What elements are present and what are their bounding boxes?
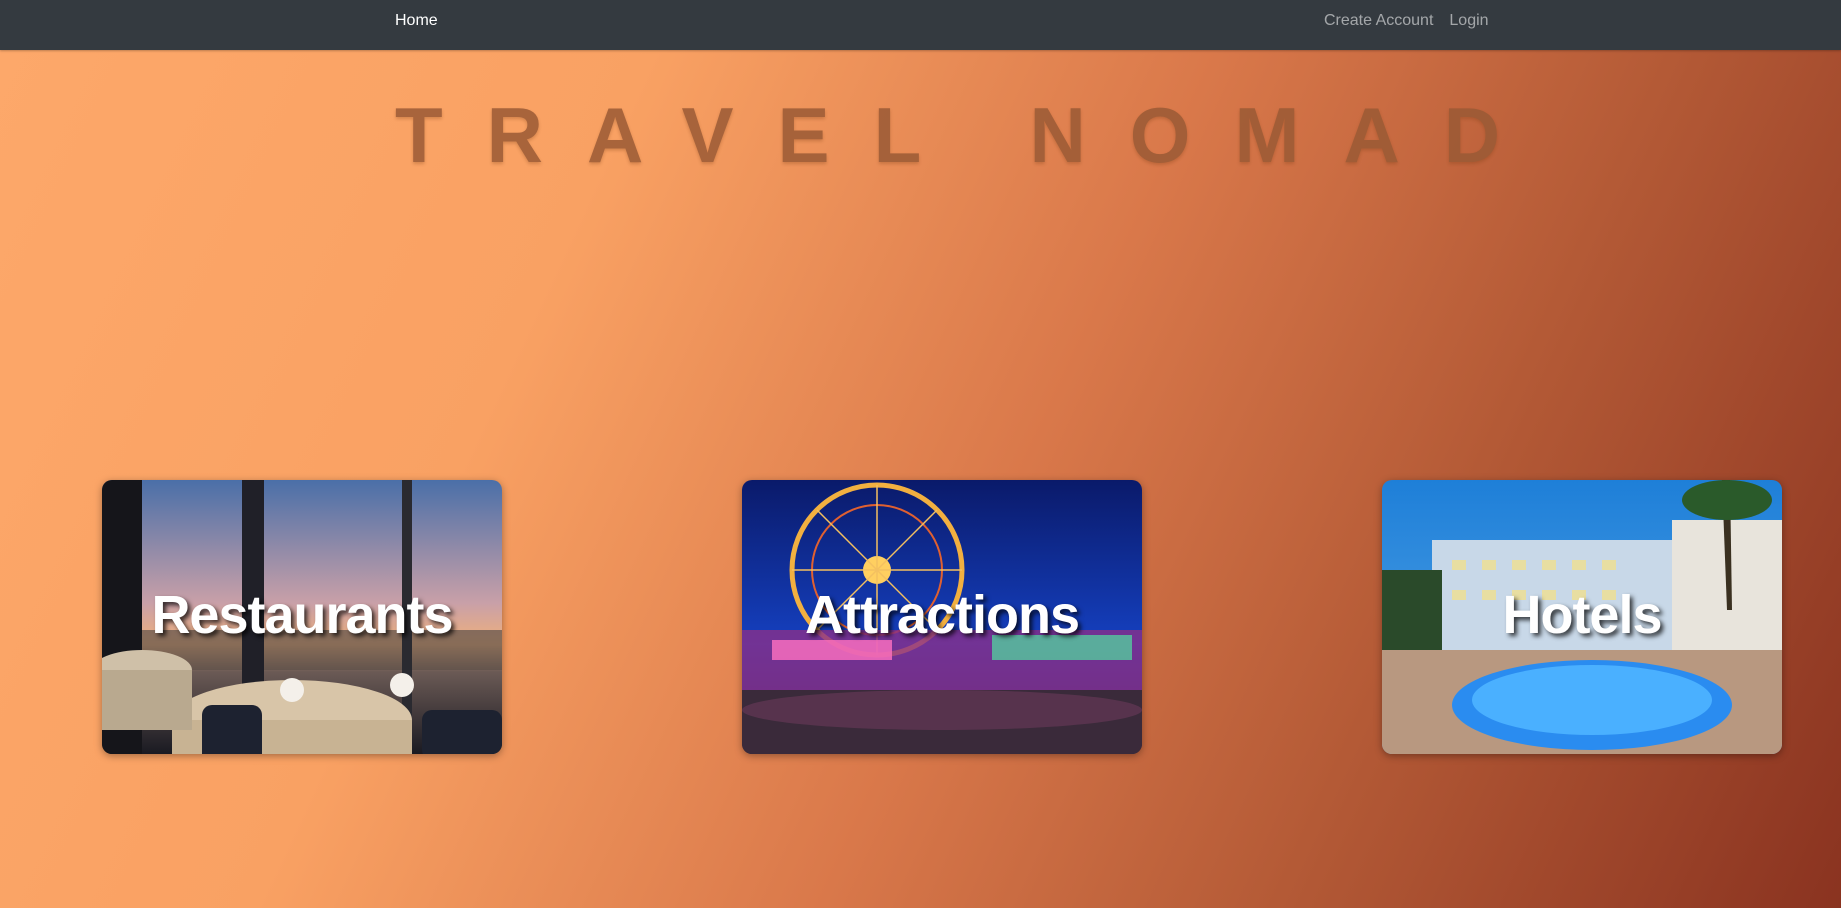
attractions-card-label: Attractions — [804, 585, 1080, 645]
restaurants-card[interactable]: Restaurants — [102, 480, 502, 754]
hotels-card[interactable]: Hotels — [1382, 480, 1782, 754]
nav-right-group: Create Account Login — [1324, 12, 1489, 30]
top-navbar: Home Create Account Login — [0, 0, 1841, 50]
attractions-card[interactable]: Attractions — [742, 480, 1142, 754]
page-title: TRAVEL NOMAD — [395, 91, 1545, 179]
restaurants-card-label: Restaurants — [151, 585, 453, 645]
nav-home-link[interactable]: Home — [395, 12, 438, 30]
nav-create-account-link[interactable]: Create Account — [1324, 12, 1433, 30]
nav-login-link[interactable]: Login — [1449, 12, 1488, 30]
hotels-card-label: Hotels — [1502, 585, 1662, 645]
